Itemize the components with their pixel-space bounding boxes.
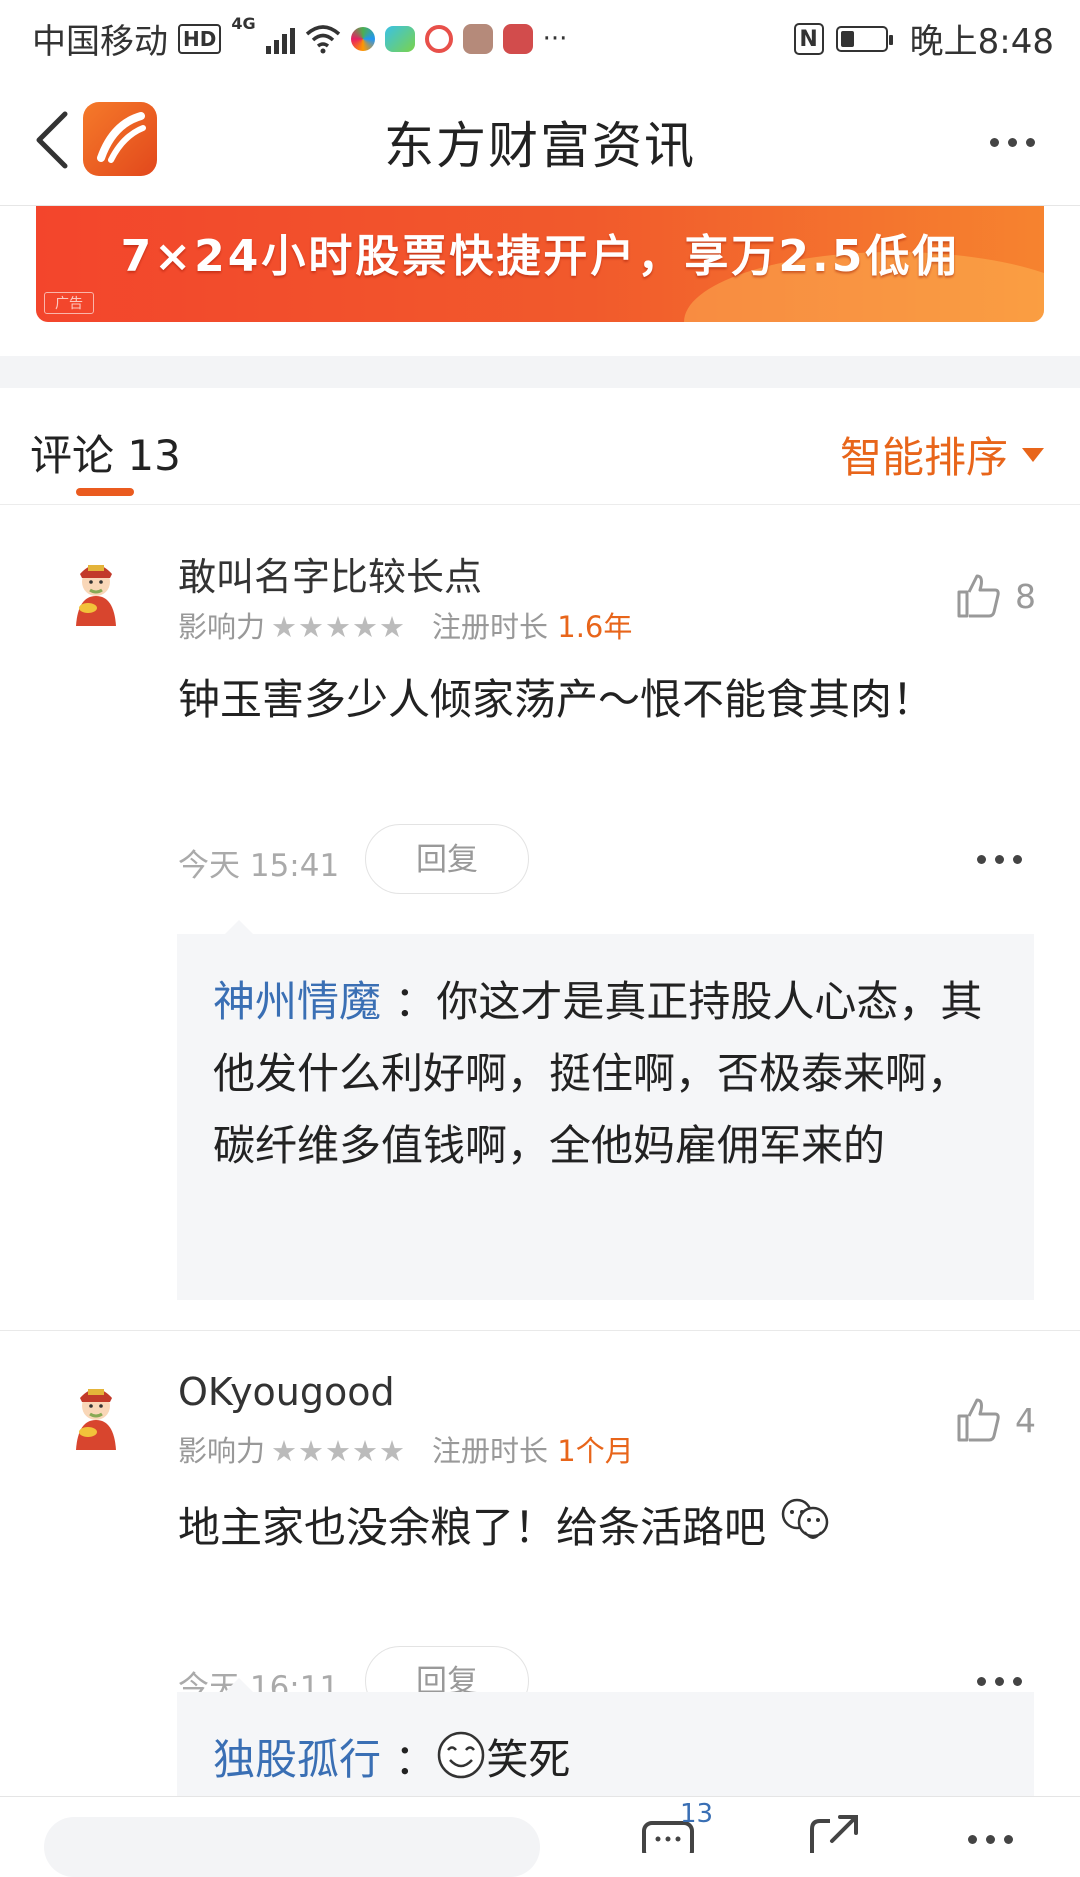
more-dots-icon[interactable] bbox=[990, 138, 1035, 147]
signal-icon bbox=[265, 24, 295, 54]
avatar[interactable] bbox=[58, 556, 134, 632]
more-dots-icon[interactable] bbox=[977, 1677, 1022, 1686]
video-app-icon bbox=[462, 23, 493, 54]
like-button[interactable]: 8 bbox=[955, 572, 1036, 620]
app-notification-icon bbox=[350, 26, 375, 51]
comment-meta: 影响力 ★★★★★ 注册时长 1.6年 bbox=[178, 604, 632, 646]
status-bar: 中国移动 HD 4G ··· N 晚上8:48 bbox=[0, 0, 1080, 76]
huawei-app-icon bbox=[502, 23, 533, 54]
reg-label: 注册时长 bbox=[432, 1434, 549, 1468]
tab-underline bbox=[76, 488, 134, 496]
ad-badge: 广告 bbox=[44, 292, 94, 314]
sweat-emoji-icon bbox=[782, 1498, 829, 1539]
page-title: 东方财富资讯 bbox=[384, 117, 696, 175]
like-count: 4 bbox=[1015, 1400, 1036, 1440]
comment-username[interactable]: 敢叫名字比较长点 bbox=[178, 546, 482, 601]
comment-divider bbox=[0, 1330, 1080, 1331]
more-notifications: ··· bbox=[542, 23, 568, 54]
reg-label: 注册时长 bbox=[432, 610, 549, 644]
app-notification-icon bbox=[424, 24, 453, 53]
reply-separator: ： bbox=[394, 977, 437, 1026]
influence-stars: ★★★★★ bbox=[271, 610, 407, 644]
comment-time: 今天 15:41 bbox=[178, 848, 340, 884]
avatar[interactable] bbox=[58, 1380, 134, 1456]
clock: 晚上8:48 bbox=[909, 22, 1054, 62]
influence-label: 影响力 bbox=[178, 610, 266, 644]
comments-title: 评论 13 bbox=[30, 431, 181, 480]
reply-button[interactable]: 回复 bbox=[365, 824, 529, 894]
wifi-icon bbox=[305, 24, 340, 53]
smile-emoji-icon bbox=[438, 1731, 485, 1779]
reply-username[interactable]: 独股孤行 bbox=[213, 1735, 381, 1784]
share-icon[interactable] bbox=[806, 1813, 862, 1853]
carrier-label: 中国移动 bbox=[32, 22, 168, 62]
reg-value: 1个月 bbox=[557, 1434, 634, 1468]
caret-down-icon bbox=[1022, 447, 1044, 462]
influence-stars: ★★★★★ bbox=[271, 1434, 407, 1468]
battery-icon bbox=[835, 25, 893, 52]
bottom-toolbar: 13 bbox=[0, 1796, 1080, 1877]
thumbs-up-icon bbox=[957, 1398, 1000, 1442]
comment-count-badge: 13 bbox=[680, 1799, 714, 1829]
comment-input[interactable] bbox=[44, 1817, 540, 1877]
hd-badge: HD bbox=[178, 23, 222, 54]
reply-separator: ： bbox=[394, 1735, 437, 1784]
more-dots-icon[interactable] bbox=[977, 855, 1022, 864]
network-type: 4G bbox=[231, 14, 256, 33]
app-notification-icon bbox=[384, 25, 415, 52]
like-count: 8 bbox=[1015, 576, 1036, 616]
sort-dropdown[interactable]: 智能排序 bbox=[840, 424, 1044, 485]
reply-box: 神州情魔 ：你这才是真正持股人心态，其他发什么利好啊，挺住啊，否极泰来啊，碳纤维… bbox=[177, 920, 1034, 1300]
influence-label: 影响力 bbox=[178, 1434, 266, 1468]
comment-text-container: 地主家也没余粮了！给条活路吧 bbox=[178, 1492, 998, 1564]
comment-text: 钟玉害多少人倾家荡产～恨不能食其肉！ bbox=[178, 675, 935, 724]
like-button[interactable]: 4 bbox=[955, 1396, 1036, 1444]
comment-username[interactable]: OKyougood bbox=[178, 1370, 395, 1414]
section-divider bbox=[0, 356, 1080, 388]
comment-text: 地主家也没余粮了！给条活路吧 bbox=[178, 1503, 767, 1552]
comments-header: 评论 13 智能排序 bbox=[0, 388, 1080, 505]
sort-label: 智能排序 bbox=[839, 433, 1008, 482]
ad-banner[interactable]: 7×24小时股票快捷开户，享万2.5低佣 广告 bbox=[36, 206, 1044, 322]
nfc-icon: N bbox=[793, 22, 824, 55]
ad-text: 7×24小时股票快捷开户，享万2.5低佣 bbox=[120, 231, 960, 282]
reg-value: 1.6年 bbox=[557, 610, 633, 644]
reply-text-container: 神州情魔 ：你这才是真正持股人心态，其他发什么利好啊，挺住啊，否极泰来啊，碳纤维… bbox=[213, 966, 1003, 1182]
reply-text-container: 独股孤行 ： 笑死 bbox=[213, 1724, 1003, 1796]
reply-text: 笑死 bbox=[486, 1735, 571, 1784]
more-dots-icon[interactable] bbox=[968, 1835, 1013, 1844]
reply-username[interactable]: 神州情魔 bbox=[213, 977, 381, 1026]
comment-meta: 影响力 ★★★★★ 注册时长 1个月 bbox=[178, 1428, 634, 1470]
thumbs-up-icon bbox=[957, 574, 1000, 618]
